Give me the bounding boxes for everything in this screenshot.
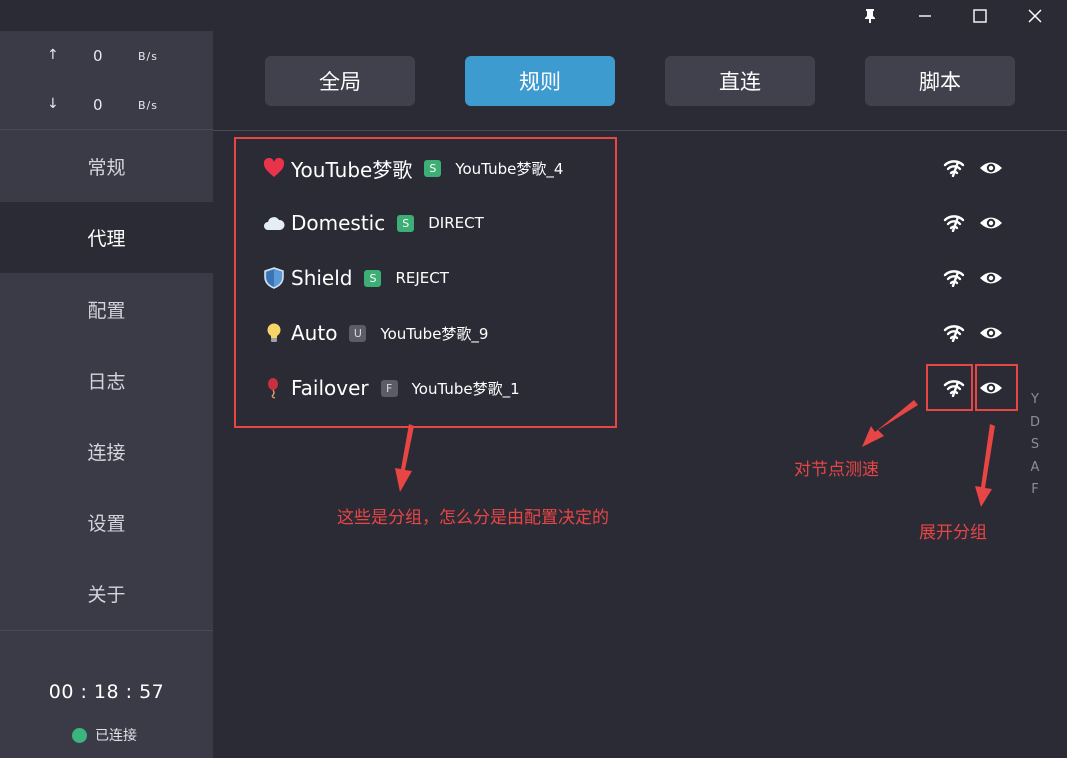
speed-test-icon[interactable] [941, 213, 967, 233]
connection-label: 已连接 [95, 728, 137, 744]
mode-direct-button[interactable]: 直连 [665, 56, 815, 106]
nav-connections[interactable]: 连接 [0, 416, 213, 487]
speed-test-highlight-box [926, 364, 973, 411]
download-speed: ↓ 0 B/s [0, 96, 213, 116]
upload-unit: B/s [138, 50, 158, 63]
download-arrow-icon: ↓ [47, 96, 59, 112]
upload-value: 0 [93, 47, 103, 65]
mode-rule-button[interactable]: 规则 [465, 56, 615, 106]
eye-icon[interactable] [978, 158, 1004, 178]
traffic-panel: ↑ 0 B/s ↓ 0 B/s [0, 31, 213, 130]
index-letter[interactable]: F [1028, 479, 1042, 502]
eye-icon[interactable] [978, 213, 1004, 233]
sidebar: ↑ 0 B/s ↓ 0 B/s 常规 代理 配置 日志 连接 设置 关于 00 … [0, 31, 213, 758]
speed-test-icon[interactable] [941, 158, 967, 178]
divider [213, 130, 1067, 131]
download-unit: B/s [138, 99, 158, 112]
groups-annotation: 这些是分组，怎么分是由配置决定的 [337, 508, 609, 528]
nav-proxy[interactable]: 代理 [0, 202, 213, 273]
upload-speed: ↑ 0 B/s [0, 47, 213, 67]
group-index: Y D S A F [1028, 389, 1042, 502]
index-letter[interactable]: D [1028, 412, 1042, 435]
download-value: 0 [93, 96, 103, 114]
speed-test-icon[interactable] [941, 323, 967, 343]
expand-highlight-box [975, 364, 1018, 411]
nav-about[interactable]: 关于 [0, 558, 213, 629]
nav-general[interactable]: 常规 [0, 131, 213, 202]
upload-arrow-icon: ↑ [47, 47, 59, 63]
nav-settings[interactable]: 设置 [0, 487, 213, 558]
status-panel: 00 : 18 : 57 已连接 [0, 630, 213, 758]
status-dot [72, 727, 87, 743]
nav-logs[interactable]: 日志 [0, 345, 213, 416]
groups-highlight-box [234, 137, 617, 428]
minimize-icon [919, 14, 931, 17]
nav-profiles[interactable]: 配置 [0, 274, 213, 345]
pin-icon [865, 8, 875, 23]
title-bar [0, 0, 1067, 31]
index-letter[interactable]: Y [1028, 389, 1042, 412]
index-letter[interactable]: A [1028, 457, 1042, 480]
eye-icon[interactable] [978, 268, 1004, 288]
expand-annotation: 展开分组 [919, 523, 987, 543]
speed-test-annotation: 对节点测速 [794, 460, 879, 480]
close-button[interactable] [1008, 0, 1062, 31]
minimize-button[interactable] [898, 0, 952, 31]
maximize-icon [973, 8, 987, 23]
index-letter[interactable]: S [1028, 434, 1042, 457]
pin-button[interactable] [843, 0, 897, 31]
close-icon [1028, 9, 1042, 22]
uptime-timer: 00 : 18 : 57 [48, 681, 165, 703]
maximize-button[interactable] [953, 0, 1007, 31]
mode-global-button[interactable]: 全局 [265, 56, 415, 106]
eye-icon[interactable] [978, 323, 1004, 343]
connection-status: 已连接 [72, 725, 137, 745]
mode-script-button[interactable]: 脚本 [865, 56, 1015, 106]
speed-test-icon[interactable] [941, 268, 967, 288]
